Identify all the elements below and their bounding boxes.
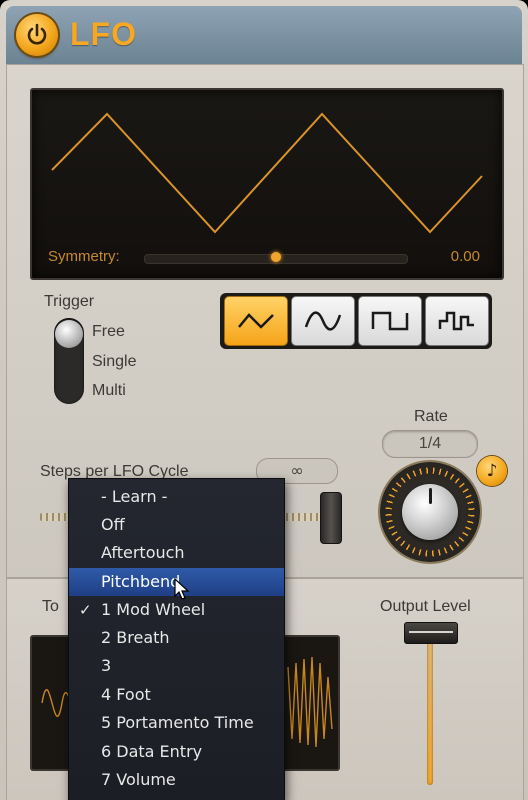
menu-item-label: 6 Data Entry: [101, 742, 203, 761]
rate-value[interactable]: 1/4: [382, 430, 478, 458]
trigger-option-multi[interactable]: Multi: [92, 382, 126, 400]
output-level-label: Output Level: [380, 598, 471, 615]
menu-item-breath[interactable]: 2 Breath: [69, 624, 284, 652]
trigger-option-single[interactable]: Single: [92, 353, 136, 371]
sine-wave-button[interactable]: [291, 296, 355, 346]
lfo-panel: LFO Symmetry: 0.00 Trigger Free Single M…: [0, 0, 528, 800]
triangle-wave-icon: [238, 313, 274, 329]
output-level-handle[interactable]: [404, 622, 458, 644]
power-button[interactable]: [16, 14, 58, 56]
menu-item-label: 1 Mod Wheel: [101, 600, 206, 619]
menu-item-portamento-time[interactable]: 5 Portamento Time: [69, 709, 284, 737]
menu-item-data-entry[interactable]: 6 Data Entry: [69, 738, 284, 766]
square-wave-button[interactable]: [358, 296, 422, 346]
menu-item-3[interactable]: 3: [69, 652, 284, 680]
menu-item-label: - Learn -: [101, 487, 168, 506]
menu-item-label: 7 Volume: [101, 770, 176, 789]
mouse-cursor-icon: [174, 578, 190, 600]
waveform-display: Symmetry: 0.00: [30, 88, 504, 280]
menu-item-off[interactable]: Off: [69, 511, 284, 539]
waveform-graph: [51, 112, 483, 234]
lfo-header: LFO: [6, 6, 522, 65]
sine-wave-icon: [304, 311, 342, 331]
rate-knob-cap[interactable]: [402, 484, 458, 540]
lfo-title: LFO: [70, 16, 137, 52]
menu-item-label: Off: [101, 515, 125, 534]
menu-item-label: 4 Foot: [101, 685, 151, 704]
output-level-slider[interactable]: [427, 640, 433, 785]
to-label: To: [42, 598, 59, 615]
menu-item-volume[interactable]: 7 Volume: [69, 766, 284, 794]
symmetry-slider[interactable]: [144, 252, 408, 264]
symmetry-slider-thumb[interactable]: [271, 252, 281, 262]
random-wave-button[interactable]: [425, 296, 489, 346]
rate-knob-pointer: [429, 488, 432, 504]
menu-item-aftertouch[interactable]: Aftertouch: [69, 539, 284, 567]
menu-item-label: Aftertouch: [101, 543, 185, 562]
steps-slider-handle[interactable]: [320, 492, 342, 544]
menu-item-label: Pitchbend: [101, 572, 181, 591]
waveform-selector: [220, 293, 492, 349]
trigger-option-free[interactable]: Free: [92, 323, 125, 341]
menu-item-label: 3: [101, 656, 112, 675]
note-icon: ♪: [486, 461, 498, 481]
trigger-switch-knob[interactable]: [55, 320, 83, 348]
trigger-switch[interactable]: [54, 318, 84, 404]
triangle-wave-button[interactable]: [224, 296, 288, 346]
trigger-label: Trigger: [44, 293, 95, 310]
rate-label: Rate: [414, 408, 448, 425]
square-wave-icon: [371, 311, 409, 331]
waveform-line: [51, 112, 483, 234]
menu-item-label: 5 Portamento Time: [101, 713, 254, 732]
source-dropdown-menu: - Learn - Off Aftertouch Pitchbend ✓ 1 M…: [68, 478, 285, 800]
rate-sync-button[interactable]: ♪: [477, 456, 507, 486]
symmetry-label: Symmetry:: [48, 248, 120, 265]
random-wave-icon: [438, 311, 474, 331]
symmetry-value: 0.00: [450, 248, 480, 265]
menu-item-learn[interactable]: - Learn -: [69, 483, 284, 511]
menu-item-foot[interactable]: 4 Foot: [69, 681, 284, 709]
checkmark-icon: ✓: [79, 601, 92, 619]
power-icon: [27, 23, 47, 45]
rate-knob[interactable]: [380, 462, 480, 562]
menu-item-label: 2 Breath: [101, 628, 170, 647]
